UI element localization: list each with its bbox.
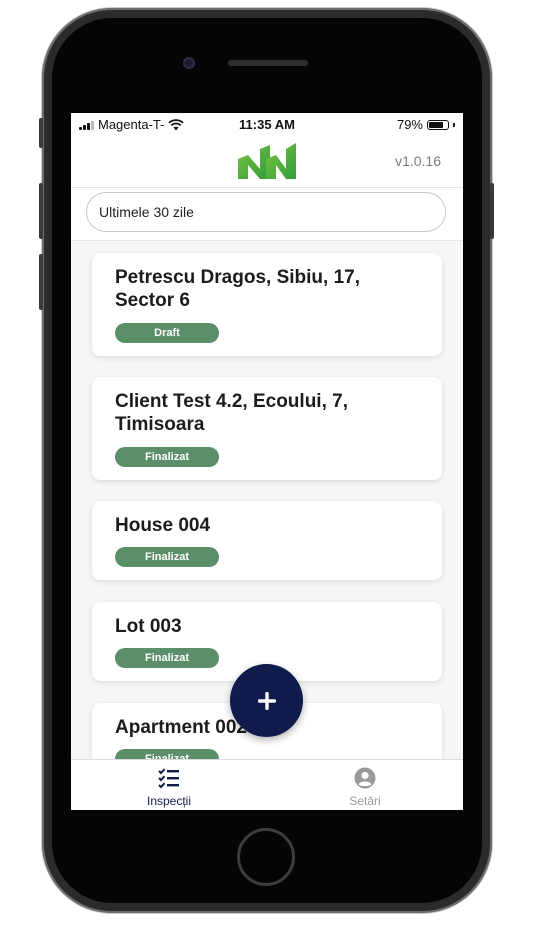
inspection-card[interactable]: Client Test 4.2, Ecoului, 7, Timisoara F… [92,377,442,480]
status-badge: Finalizat [115,648,219,668]
inspection-title: Petrescu Dragos, Sibiu, 17, Sector 6 [115,267,360,311]
tab-inspections[interactable]: Inspecții [71,760,267,810]
app-version: v1.0.16 [395,153,441,169]
power-button [490,183,494,239]
inspection-card[interactable]: House 004 Finalizat [92,501,442,580]
date-range-filter[interactable]: Ultimele 30 zile [86,192,446,232]
volume-up-button [39,183,43,239]
user-circle-icon [354,767,376,789]
battery-icon [427,119,449,130]
mute-switch [39,118,43,148]
checklist-icon [158,768,179,789]
status-badge: Finalizat [115,749,219,759]
inspection-title: House 004 [115,515,211,536]
battery-percent: 79% [396,117,423,132]
status-badge: Finalizat [115,447,219,467]
inspection-title: Client Test 4.2, Ecoului, 7, Timisoara [115,391,348,435]
status-badge: Finalizat [115,547,219,567]
inspection-title: Lot 003 [115,616,182,637]
battery-fill [429,121,443,128]
status-bar: Magenta-T- 11:35 AM 79% [71,113,463,135]
tab-settings[interactable]: Setări [267,760,463,810]
volume-down-button [39,254,43,310]
inspection-card[interactable]: Petrescu Dragos, Sibiu, 17, Sector 6 Dra… [92,253,442,356]
bottom-tab-bar: Inspecții Setări [71,759,463,810]
plus-icon [257,691,276,710]
add-inspection-button[interactable] [230,664,303,737]
battery-cap [453,122,455,127]
app-header: v1.0.16 [71,135,463,188]
front-camera [183,57,195,69]
status-badge: Draft [115,323,219,343]
earpiece-speaker [228,60,308,66]
status-right: 79% [397,117,455,132]
home-button[interactable] [237,828,295,886]
tab-inspections-label: Inspecții [146,794,192,808]
filter-bar: Ultimele 30 zile [71,188,463,241]
app-screen: Magenta-T- 11:35 AM 79% v1.0.16 Ultimele… [71,113,463,810]
tab-settings-label: Setări [349,794,381,808]
nn-logo-icon [238,143,296,179]
